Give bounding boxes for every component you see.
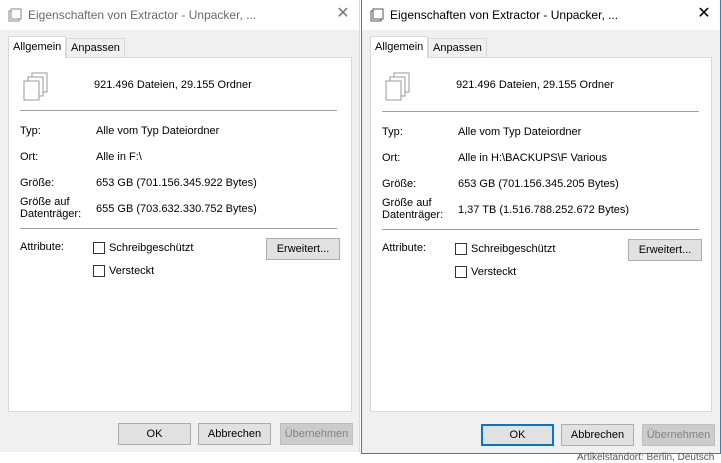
apply-button[interactable]: Übernehmen <box>280 423 353 445</box>
advanced-button[interactable]: Erweitert... <box>266 238 340 260</box>
close-icon[interactable]: ✕ <box>333 4 353 24</box>
disk-size-value: 655 GB (703.632.330.752 Bytes) <box>96 203 257 215</box>
separator <box>20 110 337 111</box>
disk-size-label-line2: Datenträger: <box>20 208 82 220</box>
window-title: Eigenschaften von Extractor - Unpacker, … <box>390 8 619 22</box>
properties-dialog-right: Eigenschaften von Extractor - Unpacker, … <box>361 0 721 454</box>
item-count-summary: 921.496 Dateien, 29.155 Ordner <box>94 79 252 91</box>
ok-button[interactable]: OK <box>481 424 554 446</box>
hidden-checkbox[interactable] <box>455 266 467 278</box>
multiple-files-icon <box>23 72 48 101</box>
cancel-button[interactable]: Abbrechen <box>198 423 271 445</box>
window-title: Eigenschaften von Extractor - Unpacker, … <box>28 8 257 22</box>
advanced-button[interactable]: Erweitert... <box>628 239 702 261</box>
readonly-checkbox[interactable] <box>93 242 105 254</box>
hidden-checkbox-label[interactable]: Versteckt <box>471 266 516 278</box>
tab-customize[interactable]: Anpassen <box>428 38 487 57</box>
location-label: Ort: <box>20 151 39 163</box>
location-value: Alle in H:\BACKUPS\F Various <box>458 152 607 164</box>
separator <box>20 228 337 229</box>
size-value: 653 GB (701.156.345.922 Bytes) <box>96 177 257 189</box>
size-value: 653 GB (701.156.345.205 Bytes) <box>458 178 619 190</box>
size-label: Größe: <box>20 177 55 189</box>
title-bar[interactable]: Eigenschaften von Extractor - Unpacker, … <box>362 0 720 30</box>
readonly-checkbox-label[interactable]: Schreibgeschützt <box>109 242 193 254</box>
disk-size-label-line1: Größe auf <box>20 196 70 208</box>
type-value: Alle vom Typ Dateiordner <box>96 125 220 137</box>
folder-properties-icon <box>8 8 22 22</box>
disk-size-value: 1,37 TB (1.516.788.252.672 Bytes) <box>458 204 630 216</box>
general-panel: 921.496 Dateien, 29.155 Ordner Typ: Alle… <box>370 57 712 412</box>
tab-general[interactable]: Allgemein <box>8 36 67 58</box>
item-count-summary: 921.496 Dateien, 29.155 Ordner <box>456 79 614 91</box>
type-label: Typ: <box>382 126 403 138</box>
location-label: Ort: <box>382 152 401 164</box>
disk-size-label-line1: Größe auf <box>382 197 432 209</box>
readonly-checkbox-label[interactable]: Schreibgeschützt <box>471 243 555 255</box>
hidden-checkbox-label[interactable]: Versteckt <box>109 265 154 277</box>
hidden-checkbox[interactable] <box>93 265 105 277</box>
type-label: Typ: <box>20 125 41 137</box>
separator <box>382 111 699 112</box>
attributes-label: Attribute: <box>20 241 65 253</box>
separator <box>382 229 699 230</box>
title-bar[interactable]: Eigenschaften von Extractor - Unpacker, … <box>0 0 359 30</box>
disk-size-label-line2: Datenträger: <box>382 209 444 221</box>
general-panel: 921.496 Dateien, 29.155 Ordner Typ: Alle… <box>8 57 352 412</box>
close-icon[interactable]: ✕ <box>694 4 714 24</box>
readonly-checkbox[interactable] <box>455 243 467 255</box>
cancel-button[interactable]: Abbrechen <box>561 424 634 446</box>
tab-general[interactable]: Allgemein <box>370 36 429 58</box>
attributes-label: Attribute: <box>382 242 427 254</box>
type-value: Alle vom Typ Dateiordner <box>458 126 582 138</box>
properties-dialog-left: Eigenschaften von Extractor - Unpacker, … <box>0 0 360 452</box>
size-label: Größe: <box>382 178 417 190</box>
ok-button[interactable]: OK <box>118 423 191 445</box>
background-page-text: Artikelstandort: Berlin, Deutsch <box>577 452 715 463</box>
apply-button[interactable]: Übernehmen <box>642 424 715 446</box>
multiple-files-icon <box>385 72 410 101</box>
folder-properties-icon <box>370 8 384 22</box>
location-value: Alle in F:\ <box>96 151 142 163</box>
tab-customize[interactable]: Anpassen <box>66 38 125 57</box>
